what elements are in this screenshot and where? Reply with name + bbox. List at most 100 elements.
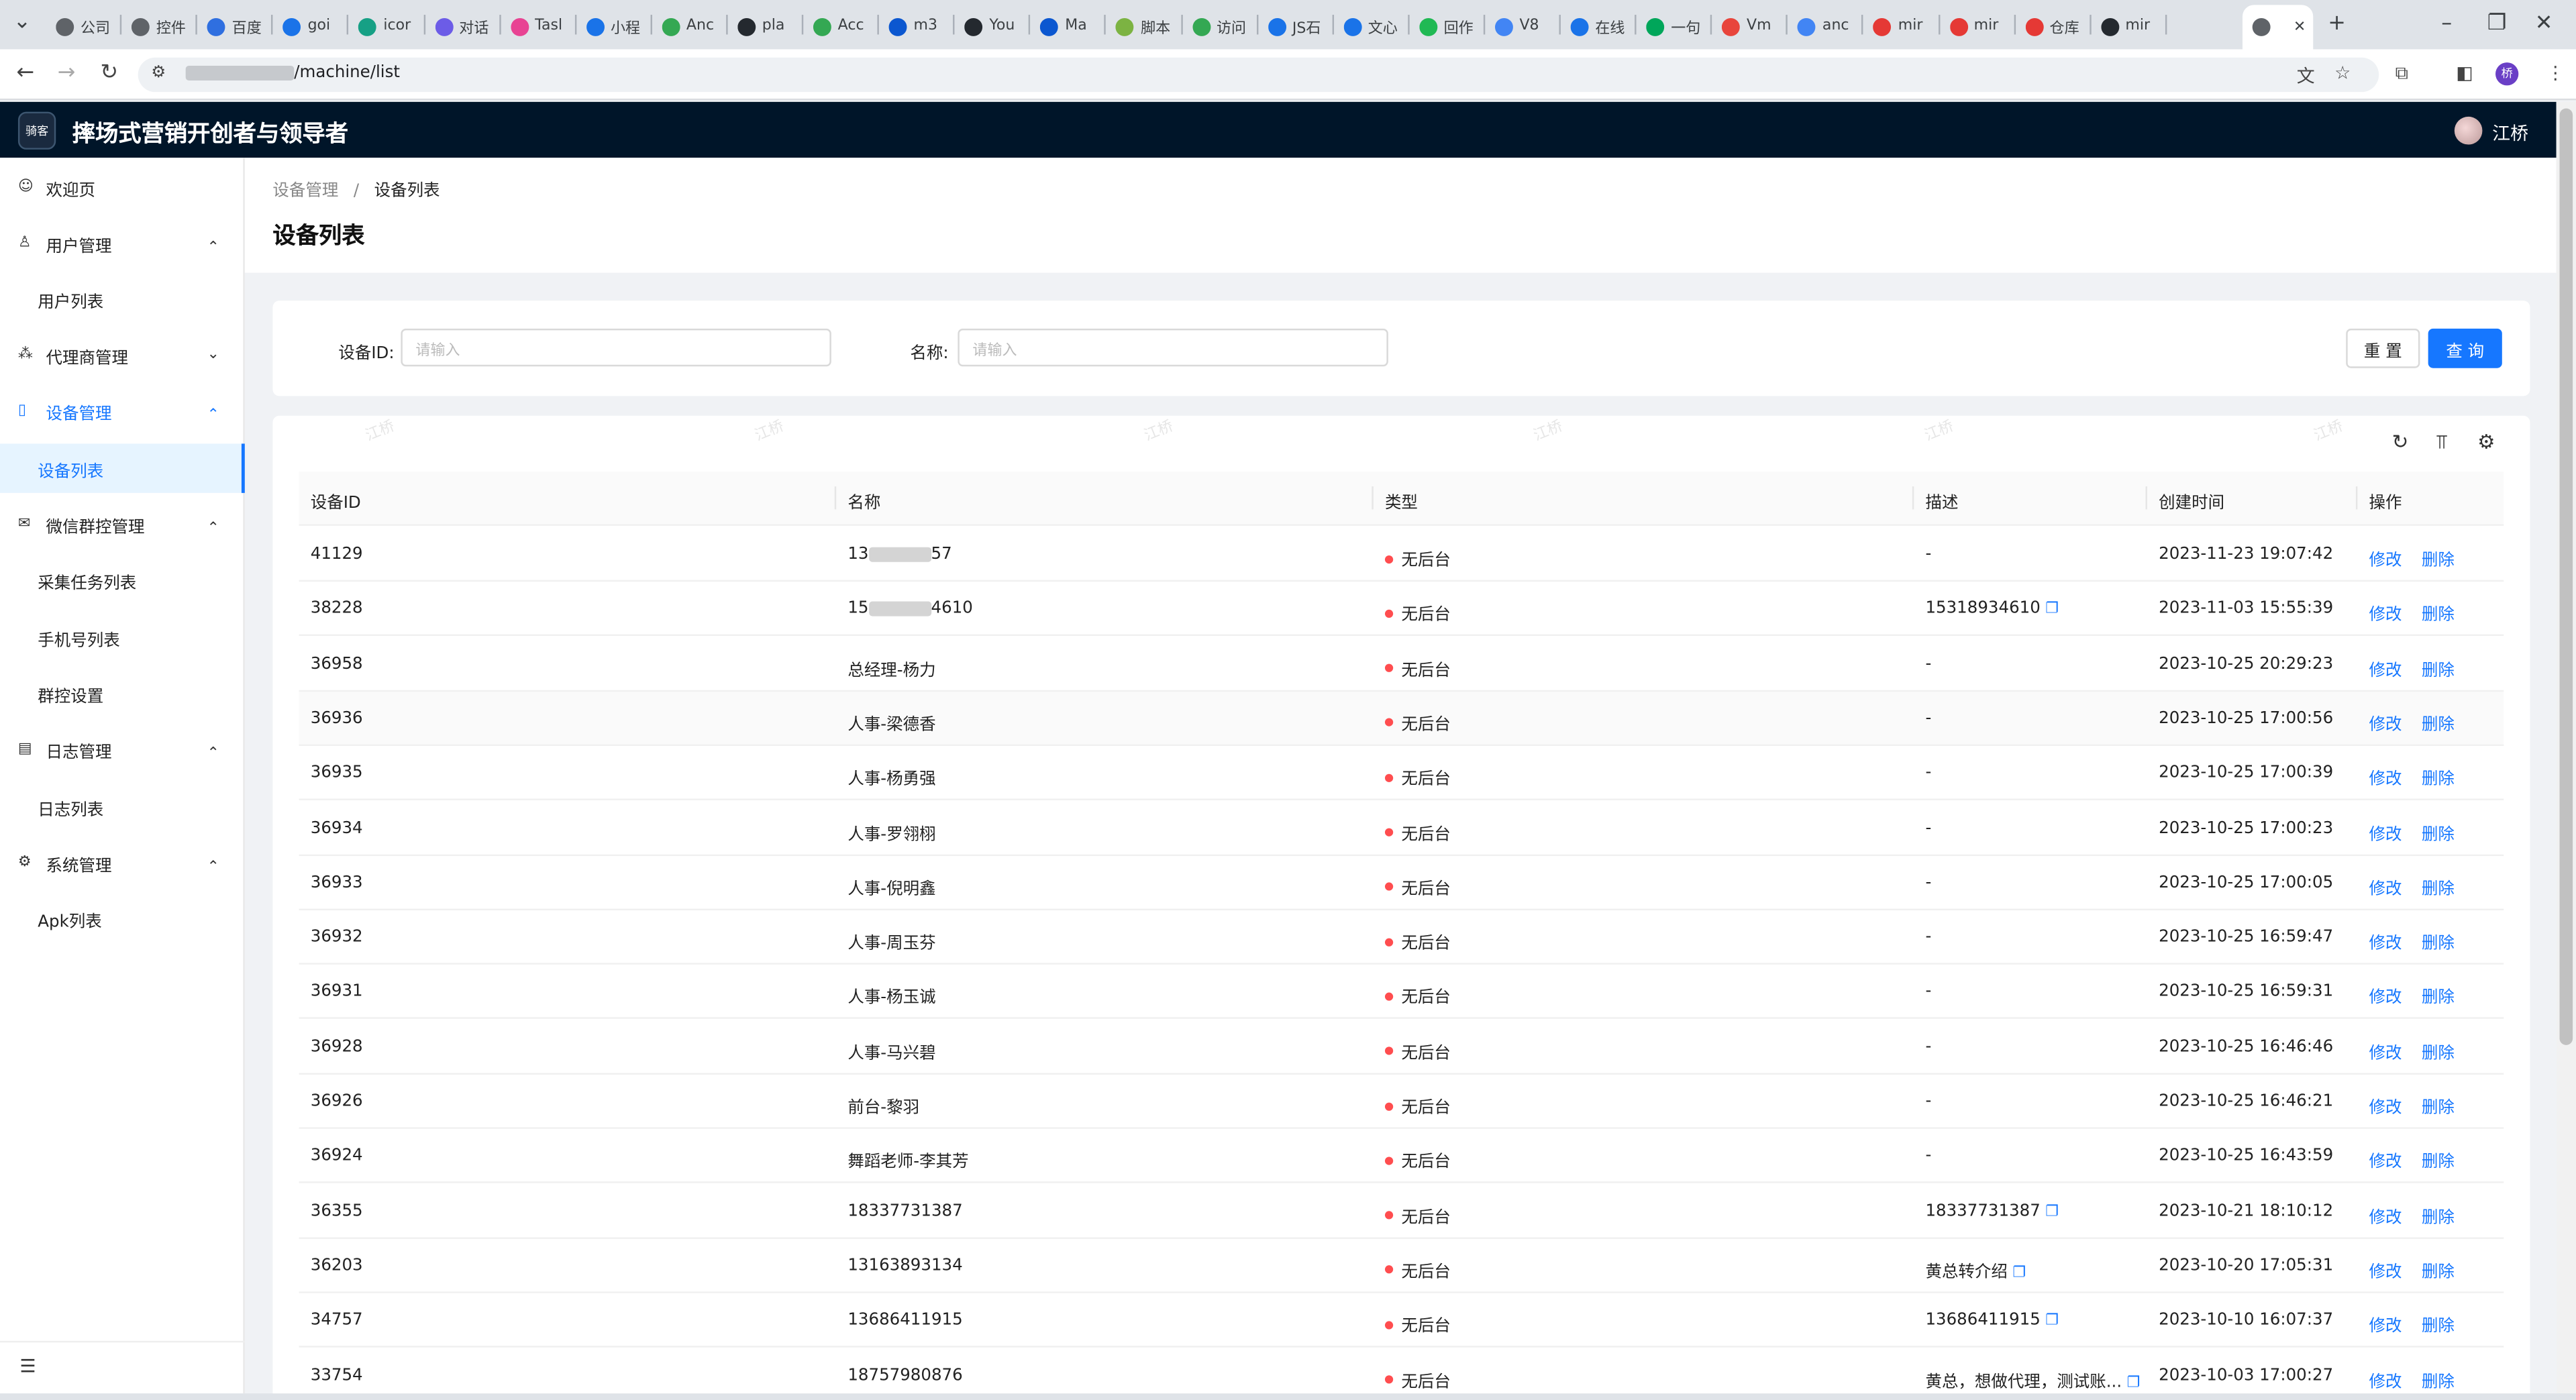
browser-tab[interactable]: mir bbox=[1949, 8, 2015, 44]
copy-icon[interactable]: ❐ bbox=[2045, 1313, 2059, 1330]
delete-link[interactable]: 删除 bbox=[2422, 710, 2455, 735]
edit-link[interactable]: 修改 bbox=[2369, 928, 2402, 953]
browser-tab[interactable]: pla bbox=[737, 8, 803, 44]
chevron-up-icon[interactable]: ⌃ bbox=[207, 521, 219, 537]
browser-tab[interactable]: 控件 bbox=[132, 8, 197, 44]
edit-link[interactable]: 修改 bbox=[2369, 1038, 2402, 1063]
delete-link[interactable]: 删除 bbox=[2422, 983, 2455, 1008]
edit-link[interactable]: 修改 bbox=[2369, 1202, 2402, 1227]
delete-link[interactable]: 删除 bbox=[2422, 600, 2455, 625]
browser-tab[interactable]: 一句 bbox=[1646, 8, 1712, 44]
browser-tab[interactable]: Tasl bbox=[510, 8, 576, 44]
breadcrumb-parent[interactable]: 设备管理 bbox=[272, 182, 338, 201]
copy-icon[interactable]: ❐ bbox=[2045, 602, 2059, 618]
delete-link[interactable]: 删除 bbox=[2422, 1257, 2455, 1281]
browser-tab[interactable]: goi bbox=[282, 8, 349, 44]
reset-button[interactable]: 重 置 bbox=[2346, 328, 2420, 368]
browser-tab[interactable]: 对话 bbox=[434, 8, 501, 44]
omnibox[interactable] bbox=[138, 57, 2379, 93]
sidebar-item[interactable]: ✉ 微信群控管理 ⌃ bbox=[0, 500, 245, 549]
sidebar-item[interactable]: ⁂ 代理商管理 ⌄ bbox=[0, 330, 245, 379]
browser-tab[interactable]: JS石 bbox=[1268, 8, 1333, 44]
tab-search-icon[interactable]: ⌄ bbox=[13, 8, 32, 38]
browser-tab[interactable]: 回作 bbox=[1419, 8, 1485, 44]
sidebar-item[interactable]: ⚙ 系统管理 ⌃ bbox=[0, 838, 245, 887]
delete-link[interactable]: 删除 bbox=[2422, 819, 2455, 844]
user-avatar[interactable] bbox=[2454, 116, 2483, 145]
menu-collapse-icon[interactable]: ☰ bbox=[19, 1356, 36, 1377]
sidebar-item[interactable]: ▯ 设备管理 ⌃ bbox=[0, 386, 245, 435]
sidebar-item[interactable]: 采集任务列表 bbox=[0, 555, 245, 604]
chevron-up-icon[interactable]: ⌃ bbox=[207, 240, 219, 256]
browser-tab[interactable]: 小程 bbox=[586, 8, 652, 44]
browser-tab[interactable]: mir bbox=[1873, 8, 1939, 44]
query-button[interactable]: 查 询 bbox=[2428, 328, 2502, 368]
delete-link[interactable]: 删除 bbox=[2422, 1093, 2455, 1118]
extensions-icon[interactable]: ⧉ bbox=[2395, 62, 2408, 85]
chevron-up-icon[interactable]: ⌃ bbox=[207, 859, 219, 875]
browser-tab[interactable]: 访问 bbox=[1192, 8, 1257, 44]
new-tab-button[interactable]: + bbox=[2328, 10, 2346, 40]
delete-link[interactable]: 删除 bbox=[2422, 928, 2455, 953]
sidebar-item[interactable]: 用户列表 bbox=[0, 274, 245, 323]
url-text[interactable]: /machine/list bbox=[185, 64, 400, 82]
chevron-down-icon[interactable]: ⌄ bbox=[207, 347, 219, 363]
edit-link[interactable]: 修改 bbox=[2369, 1366, 2402, 1391]
side-panel-icon[interactable]: ◧ bbox=[2456, 62, 2473, 84]
delete-link[interactable]: 删除 bbox=[2422, 1148, 2455, 1172]
edit-link[interactable]: 修改 bbox=[2369, 764, 2402, 789]
chevron-up-icon[interactable]: ⌃ bbox=[207, 746, 219, 762]
name-input[interactable]: 请输入 bbox=[958, 328, 1388, 367]
browser-tab[interactable]: icor bbox=[358, 8, 425, 44]
browser-tab[interactable]: Vm bbox=[1722, 8, 1788, 44]
browser-tab[interactable]: Ma bbox=[1040, 8, 1106, 44]
sidebar-item[interactable]: ♙ 用户管理 ⌃ bbox=[0, 219, 245, 268]
edit-link[interactable]: 修改 bbox=[2369, 1148, 2402, 1172]
browser-tab[interactable]: V8 bbox=[1494, 8, 1561, 44]
browser-tab[interactable]: m3 bbox=[888, 8, 955, 44]
column-settings-icon[interactable]: ⚙ bbox=[2477, 431, 2495, 453]
sidebar-item[interactable]: ☺ 欢迎页 bbox=[0, 163, 245, 212]
sidebar-item[interactable]: 手机号列表 bbox=[0, 613, 245, 662]
delete-link[interactable]: 删除 bbox=[2422, 1202, 2455, 1227]
browser-tab[interactable]: 在线 bbox=[1570, 8, 1637, 44]
reload-icon[interactable]: ↻ bbox=[100, 61, 118, 87]
edit-link[interactable]: 修改 bbox=[2369, 545, 2402, 570]
delete-link[interactable]: 删除 bbox=[2422, 1038, 2455, 1063]
browser-tab[interactable]: You bbox=[964, 8, 1031, 44]
browser-tab[interactable]: 公司 bbox=[56, 8, 121, 44]
scrollbar-thumb[interactable] bbox=[2559, 108, 2573, 1045]
browser-tab[interactable]: anc bbox=[1798, 8, 1863, 44]
delete-link[interactable]: 删除 bbox=[2422, 1311, 2455, 1336]
delete-link[interactable]: 删除 bbox=[2422, 1366, 2455, 1391]
sidebar-item[interactable]: 日志列表 bbox=[0, 782, 245, 831]
user-name[interactable]: 江桥 bbox=[2492, 120, 2528, 146]
browser-tab[interactable]: Anc bbox=[662, 8, 727, 44]
sidebar-item[interactable]: ▤ 日志管理 ⌃ bbox=[0, 724, 245, 773]
edit-link[interactable]: 修改 bbox=[2369, 1311, 2402, 1336]
copy-icon[interactable]: ❐ bbox=[2126, 1375, 2140, 1391]
translate-icon[interactable]: 文 bbox=[2297, 62, 2315, 89]
browser-tab-active[interactable]: ✕ bbox=[2242, 5, 2314, 50]
delete-link[interactable]: 删除 bbox=[2422, 874, 2455, 898]
delete-link[interactable]: 删除 bbox=[2422, 764, 2455, 789]
edit-link[interactable]: 修改 bbox=[2369, 1257, 2402, 1281]
back-icon[interactable]: ← bbox=[16, 61, 34, 87]
delete-link[interactable]: 删除 bbox=[2422, 545, 2455, 570]
browser-tab[interactable]: mir bbox=[2100, 8, 2167, 44]
forward-icon[interactable]: → bbox=[58, 61, 76, 87]
minimize-icon[interactable]: – bbox=[2441, 10, 2452, 40]
copy-icon[interactable]: ❐ bbox=[2045, 1204, 2059, 1220]
sidebar-item[interactable]: 设备列表 bbox=[0, 443, 245, 493]
browser-tab[interactable]: 百度 bbox=[207, 8, 273, 44]
density-icon[interactable]: ⫪ bbox=[2436, 431, 2448, 455]
edit-link[interactable]: 修改 bbox=[2369, 983, 2402, 1008]
browser-tab[interactable]: 仓库 bbox=[2024, 8, 2091, 44]
copy-icon[interactable]: ❐ bbox=[2012, 1265, 2026, 1281]
edit-link[interactable]: 修改 bbox=[2369, 600, 2402, 625]
edit-link[interactable]: 修改 bbox=[2369, 819, 2402, 844]
edit-link[interactable]: 修改 bbox=[2369, 874, 2402, 898]
edit-link[interactable]: 修改 bbox=[2369, 655, 2402, 680]
browser-tab[interactable]: 文心 bbox=[1343, 8, 1409, 44]
maximize-icon[interactable]: ❐ bbox=[2487, 10, 2507, 40]
